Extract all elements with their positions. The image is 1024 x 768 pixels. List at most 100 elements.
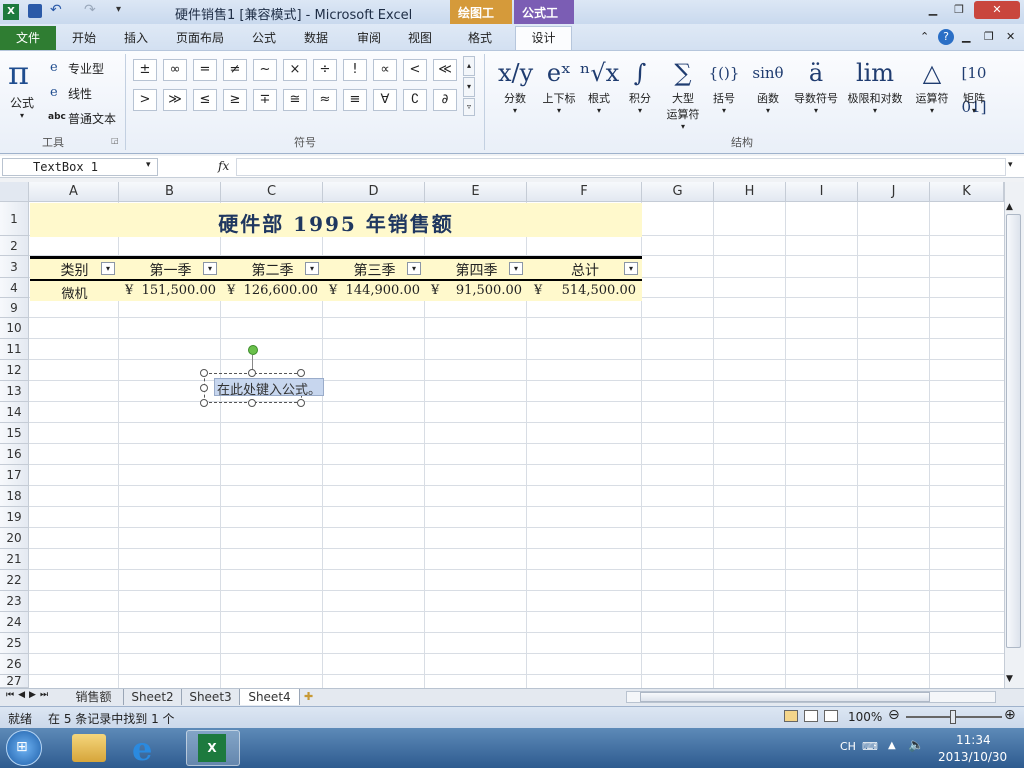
formula-dropdown-icon[interactable]: ▾ (20, 111, 24, 120)
professional-button[interactable]: 专业型 (68, 60, 104, 77)
row-header[interactable]: 15 (0, 423, 29, 444)
name-box-dropdown-icon[interactable]: ▾ (146, 160, 151, 170)
save-icon[interactable] (28, 4, 42, 18)
column-header[interactable]: E (425, 182, 527, 202)
filter-dropdown-icon[interactable]: ▾ (624, 262, 638, 275)
textbox-rotate-handle[interactable] (248, 345, 258, 355)
tab-file[interactable]: 文件 (0, 26, 56, 50)
formula-bar-expand-icon[interactable]: ▾ (1008, 160, 1013, 170)
structure-button[interactable]: {()} 括号 ▾ (706, 56, 742, 115)
row-header[interactable]: 19 (0, 507, 29, 528)
symbol-button[interactable]: ÷ (313, 59, 337, 81)
filter-dropdown-icon[interactable]: ▾ (305, 262, 319, 275)
clock-date[interactable]: 2013/10/30 (938, 750, 1007, 764)
column-header[interactable]: I (786, 182, 858, 202)
explorer-taskbar-icon[interactable] (72, 734, 106, 762)
fx-icon[interactable]: fx (218, 159, 229, 173)
zoom-slider-thumb[interactable] (950, 710, 956, 724)
row-header[interactable]: 10 (0, 318, 29, 339)
formula-input[interactable] (236, 158, 1006, 176)
zoom-in-icon[interactable]: ⊕ (1004, 707, 1016, 723)
tab-home[interactable]: 开始 (66, 28, 102, 50)
resize-handle[interactable] (297, 369, 305, 377)
structure-button[interactable]: ä 导数符号 ▾ (790, 56, 842, 115)
filter-dropdown-icon[interactable]: ▾ (101, 262, 115, 275)
tab-page-layout[interactable]: 页面布局 (170, 28, 230, 50)
redo-icon[interactable]: ↷ (84, 2, 96, 18)
column-header[interactable]: B (119, 182, 221, 202)
symbol-button[interactable]: ~ (253, 59, 277, 81)
filter-dropdown-icon[interactable]: ▾ (203, 262, 217, 275)
symbol-button[interactable]: ∁ (403, 89, 427, 111)
column-header[interactable]: K (930, 182, 1004, 202)
linear-button[interactable]: 线性 (68, 85, 92, 102)
customize-qat-icon[interactable]: ▾ (116, 4, 121, 15)
structure-button[interactable]: ∑ 大型 运算符 ▾ (662, 56, 704, 131)
row-header[interactable]: 22 (0, 570, 29, 591)
page-break-view-icon[interactable] (824, 710, 838, 722)
keyboard-icon[interactable]: ⌨ (862, 740, 878, 753)
normal-text-button[interactable]: 普通文本 (68, 110, 116, 127)
column-header[interactable]: A (29, 182, 119, 202)
symbol-scroll-down-icon[interactable]: ▾ (463, 77, 475, 97)
symbol-button[interactable]: ≡ (343, 89, 367, 111)
normal-view-icon[interactable] (784, 710, 798, 722)
structure-button[interactable]: sinθ 函数 ▾ (748, 56, 788, 115)
symbol-button[interactable]: ≤ (193, 89, 217, 111)
column-header[interactable]: D (323, 182, 425, 202)
cell-c4[interactable]: 126,600.00 (222, 283, 318, 298)
row-header[interactable]: 20 (0, 528, 29, 549)
tab-review[interactable]: 审阅 (351, 28, 387, 50)
volume-icon[interactable]: 🔈 (908, 738, 924, 753)
column-header[interactable]: F (527, 182, 642, 202)
select-all-corner[interactable] (0, 182, 29, 202)
structure-button[interactable]: [10 01] 矩阵 ▾ (958, 56, 990, 116)
filter-dropdown-icon[interactable]: ▾ (407, 262, 421, 275)
resize-handle[interactable] (297, 399, 305, 407)
symbol-button[interactable]: ≠ (223, 59, 247, 81)
tab-data[interactable]: 数据 (298, 28, 334, 50)
column-header[interactable]: C (221, 182, 323, 202)
row-header[interactable]: 3 (0, 256, 29, 278)
row-header[interactable]: 23 (0, 591, 29, 612)
cell-f4[interactable]: 514,500.00 (528, 283, 636, 298)
structure-button[interactable]: ⁿ√x 根式 ▾ (580, 56, 619, 115)
cell-a4[interactable]: 微机 (30, 283, 119, 302)
filter-dropdown-icon[interactable]: ▾ (509, 262, 523, 275)
resize-handle[interactable] (248, 399, 256, 407)
resize-handle[interactable] (248, 369, 256, 377)
row-header[interactable]: 12 (0, 360, 29, 381)
structure-button[interactable]: lim 极限和对数 ▾ (844, 56, 906, 115)
symbol-button[interactable]: ∀ (373, 89, 397, 111)
symbol-more-icon[interactable]: ▿ (463, 98, 475, 116)
sheet-tab[interactable]: Sheet3 (182, 689, 240, 705)
formula-button-label[interactable]: 公式 (10, 94, 34, 111)
symbol-button[interactable]: ! (343, 59, 367, 81)
structure-button[interactable]: eˣ 上下标 ▾ (538, 56, 580, 115)
column-header[interactable]: H (714, 182, 786, 202)
symbol-scroll-up-icon[interactable]: ▴ (463, 56, 475, 76)
symbol-button[interactable]: > (133, 89, 157, 111)
row-header[interactable]: 27 (0, 675, 29, 688)
structure-button[interactable]: x/y 分数 ▾ (498, 56, 533, 115)
zoom-out-icon[interactable]: ⊖ (888, 707, 900, 723)
scroll-up-icon[interactable]: ▲ (1006, 202, 1013, 212)
row-header[interactable]: 18 (0, 486, 29, 507)
symbol-button[interactable]: ∞ (163, 59, 187, 81)
row-header[interactable]: 1 (0, 202, 29, 236)
clock-time[interactable]: 11:34 (956, 733, 991, 747)
undo-icon[interactable]: ↶ (50, 2, 62, 18)
cell-b4[interactable]: 151,500.00 (120, 283, 216, 298)
row-header[interactable]: 25 (0, 633, 29, 654)
row-header[interactable]: 17 (0, 465, 29, 486)
symbol-button[interactable]: × (283, 59, 307, 81)
sheet-tab[interactable]: Sheet4 (240, 689, 300, 705)
row-header[interactable]: 16 (0, 444, 29, 465)
resize-handle[interactable] (200, 399, 208, 407)
show-hidden-icons[interactable]: ▲ (888, 740, 896, 751)
symbol-button[interactable]: ∝ (373, 59, 397, 81)
row-header[interactable]: 4 (0, 278, 29, 298)
sheet-tab[interactable]: 销售额 (64, 689, 124, 705)
symbol-button[interactable]: ≪ (433, 59, 457, 81)
language-indicator[interactable]: CH (840, 740, 856, 753)
